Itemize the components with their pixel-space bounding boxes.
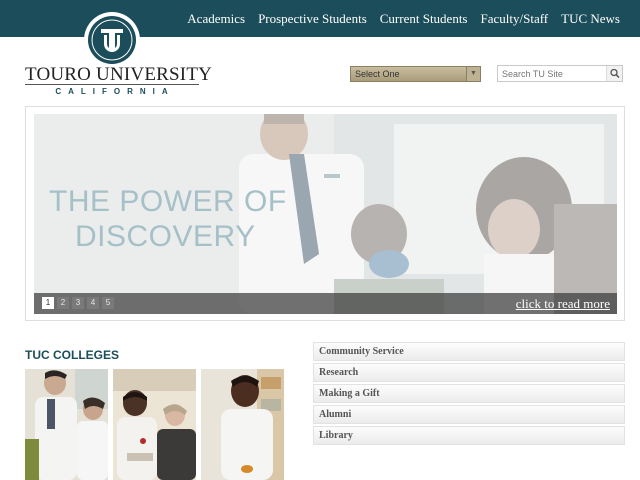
link-library[interactable]: Library (313, 426, 625, 445)
nav-tuc-news[interactable]: TUC News (561, 11, 620, 27)
link-alumni[interactable]: Alumni (313, 405, 625, 424)
triangle-down-icon[interactable]: ▼ (466, 67, 480, 81)
link-community-service[interactable]: Community Service (313, 342, 625, 361)
link-research[interactable]: Research (313, 363, 625, 382)
logo-divider (25, 84, 199, 85)
college-photo-1 (25, 369, 108, 480)
search-button[interactable] (606, 66, 622, 81)
search-input[interactable] (498, 66, 606, 81)
main-nav: Academics Prospective Students Current S… (174, 0, 620, 37)
slideshow-pager: 1 2 3 4 5 click to read more (34, 293, 617, 314)
nav-prospective-students[interactable]: Prospective Students (258, 11, 367, 27)
pager-dots: 1 2 3 4 5 (42, 297, 117, 309)
hero-line-2: DISCOVERY (75, 220, 256, 253)
nav-current-students[interactable]: Current Students (380, 11, 468, 27)
link-making-a-gift[interactable]: Making a Gift (313, 384, 625, 403)
college-thumbnail-3[interactable] (201, 369, 284, 480)
pager-page-5[interactable]: 5 (102, 297, 114, 309)
nav-faculty-staff[interactable]: Faculty/Staff (481, 11, 549, 27)
colleges-heading: TUC COLLEGES (25, 348, 120, 362)
university-name[interactable]: TOURO UNIVERSITY (25, 64, 212, 86)
pager-page-1[interactable]: 1 (42, 297, 54, 309)
pager-page-2[interactable]: 2 (57, 297, 69, 309)
hero-headline: THE POWER OF DISCOVERY (49, 184, 287, 254)
hero-line-1: THE POWER OF (49, 185, 287, 218)
magnifier-icon (610, 68, 620, 79)
quick-links-list: Community Service Research Making a Gift… (313, 342, 625, 447)
university-seal-logo[interactable] (84, 12, 140, 68)
college-thumbnail-2[interactable] (113, 369, 196, 480)
read-more-link[interactable]: click to read more (516, 296, 610, 312)
college-photo-2 (113, 369, 196, 480)
select-value: Select One (355, 69, 400, 79)
hero-slideshow[interactable]: THE POWER OF DISCOVERY 1 2 3 4 5 click t… (34, 114, 617, 314)
quicklinks-select[interactable]: Select One ▼ (350, 66, 481, 82)
pager-page-4[interactable]: 4 (87, 297, 99, 309)
pager-page-3[interactable]: 3 (72, 297, 84, 309)
university-subtitle: CALIFORNIA (55, 87, 175, 96)
tu-monogram-icon (91, 19, 133, 61)
nav-academics[interactable]: Academics (187, 11, 245, 27)
college-photo-3 (201, 369, 284, 480)
site-search (497, 65, 623, 82)
college-thumbnail-1[interactable] (25, 369, 108, 480)
